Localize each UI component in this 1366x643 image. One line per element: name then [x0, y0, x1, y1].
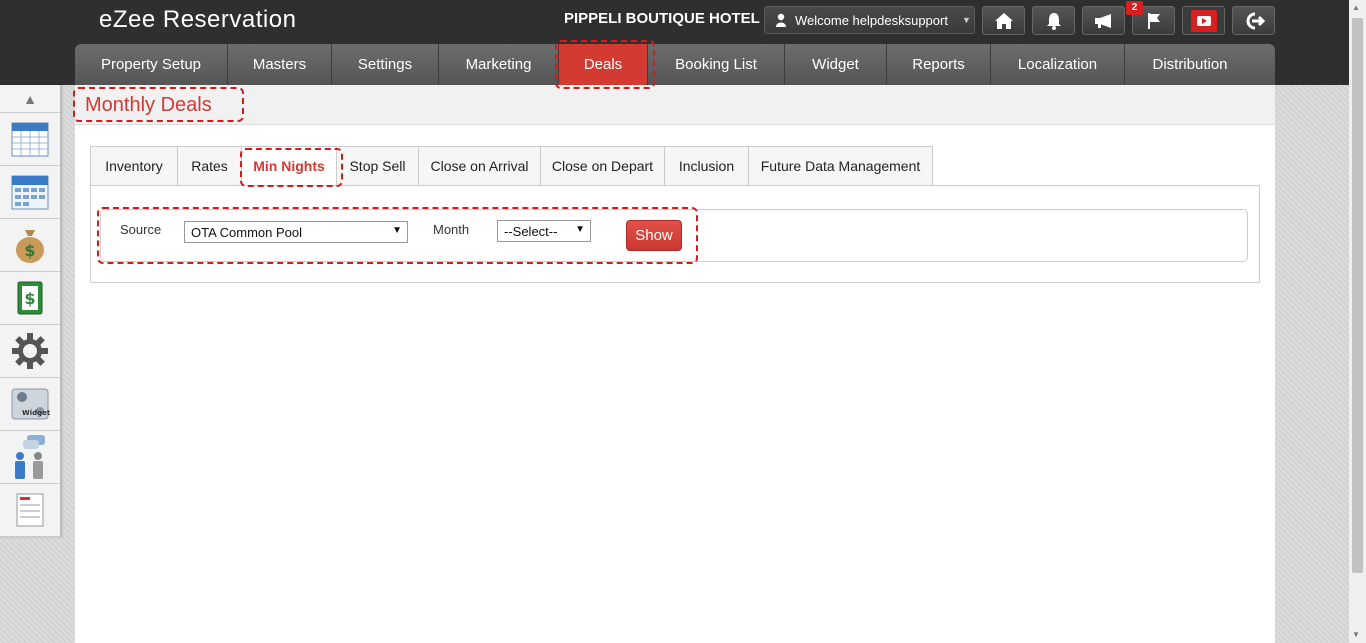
users-chat-icon	[15, 435, 45, 479]
top-bar: eZee Reservation PIPPELI BOUTIQUE HOTEL …	[0, 0, 1366, 85]
page-header: Monthly Deals	[75, 85, 1275, 125]
notifications-button[interactable]	[1032, 6, 1075, 35]
dropdown-arrow-icon: ▼	[575, 224, 585, 235]
sidebar-settings[interactable]	[0, 325, 60, 378]
main-panel: Monthly Deals Inventory Rates Min Nights…	[75, 85, 1275, 643]
source-select[interactable]: OTA Common Pool ▼	[184, 221, 408, 243]
tab-inventory[interactable]: Inventory	[90, 146, 177, 186]
flag-icon	[1147, 12, 1160, 29]
nav-localization[interactable]: Localization	[991, 44, 1125, 85]
announcements-button[interactable]	[1082, 6, 1125, 35]
hotel-name: PIPPELI BOUTIQUE HOTEL	[564, 10, 760, 27]
deal-tabs: Inventory Rates Min Nights Stop Sell Clo…	[90, 146, 933, 186]
month-label: Month	[433, 222, 470, 237]
scroll-down-icon[interactable]: ▼	[1352, 630, 1360, 639]
source-value: OTA Common Pool	[191, 224, 303, 240]
nav-booking-list[interactable]: Booking List	[648, 44, 785, 85]
tab-close-on-arrival[interactable]: Close on Arrival	[418, 146, 540, 186]
tab-future-data-management[interactable]: Future Data Management	[748, 146, 933, 186]
task-list-icon	[16, 493, 44, 527]
welcome-text: Welcome helpdesksupport	[795, 12, 948, 28]
tab-inclusion[interactable]: Inclusion	[664, 146, 748, 186]
tab-min-nights[interactable]: Min Nights	[241, 146, 336, 186]
nav-distribution[interactable]: Distribution	[1125, 44, 1255, 85]
svg-text:Widget: Widget	[22, 409, 50, 417]
youtube-button[interactable]	[1182, 6, 1225, 35]
money-bag-icon: $	[16, 230, 44, 263]
page-title: Monthly Deals	[85, 94, 212, 116]
sidebar-tasks[interactable]	[0, 484, 60, 537]
youtube-icon	[1190, 9, 1217, 32]
chevron-down-icon: ▼	[961, 15, 971, 25]
show-button[interactable]: Show	[626, 220, 682, 251]
calendar-2005-icon	[11, 175, 49, 210]
tab-close-on-depart[interactable]: Close on Depart	[540, 146, 664, 186]
sidebar-calendar-year[interactable]	[0, 166, 60, 219]
user-menu-dropdown[interactable]: Welcome helpdesksupport ▼	[764, 6, 975, 34]
logout-button[interactable]	[1232, 6, 1275, 35]
scroll-thumb[interactable]	[1352, 18, 1363, 573]
scroll-up-arrow-icon[interactable]: ▲	[0, 85, 60, 113]
tab-content: Source OTA Common Pool ▼ Month --Select-…	[90, 185, 1260, 283]
tab-rates[interactable]: Rates	[177, 146, 241, 186]
left-sidebar: ▲ $ $ Widget	[0, 85, 61, 537]
month-select[interactable]: --Select-- ▼	[497, 220, 591, 242]
tab-stop-sell[interactable]: Stop Sell	[336, 146, 418, 186]
bell-icon	[1046, 12, 1061, 30]
user-icon	[776, 13, 786, 27]
scroll-up-icon[interactable]: ▲	[1352, 3, 1360, 12]
svg-text:$: $	[24, 241, 35, 260]
sidebar-cash[interactable]: $	[0, 272, 60, 325]
nav-property-setup[interactable]: Property Setup	[75, 44, 228, 85]
month-value: --Select--	[504, 223, 558, 239]
app-title: eZee Reservation	[99, 6, 297, 33]
dropdown-arrow-icon: ▼	[392, 225, 402, 236]
calendar-icon	[11, 122, 49, 157]
nav-settings[interactable]: Settings	[332, 44, 439, 85]
megaphone-icon	[1094, 13, 1111, 28]
widget-icon: Widget	[11, 388, 50, 420]
nav-widget[interactable]: Widget	[785, 44, 887, 85]
svg-text:$: $	[24, 289, 35, 308]
main-nav: Property Setup Masters Settings Marketin…	[75, 44, 1275, 85]
sidebar-calendar[interactable]	[0, 113, 60, 166]
notification-badge: 2	[1126, 1, 1143, 15]
nav-deals[interactable]: Deals	[559, 44, 648, 85]
sidebar-users[interactable]	[0, 431, 60, 484]
settings-gear-icon	[12, 333, 48, 369]
nav-masters[interactable]: Masters	[228, 44, 332, 85]
filter-bar: Source OTA Common Pool ▼ Month --Select-…	[100, 209, 1248, 262]
nav-marketing[interactable]: Marketing	[439, 44, 559, 85]
cash-icon: $	[17, 281, 43, 315]
home-button[interactable]	[982, 6, 1025, 35]
nav-reports[interactable]: Reports	[887, 44, 991, 85]
home-icon	[994, 12, 1013, 29]
sidebar-widget[interactable]: Widget	[0, 378, 60, 431]
sidebar-money-bag[interactable]: $	[0, 219, 60, 272]
source-label: Source	[120, 222, 162, 237]
logout-icon	[1246, 12, 1265, 29]
